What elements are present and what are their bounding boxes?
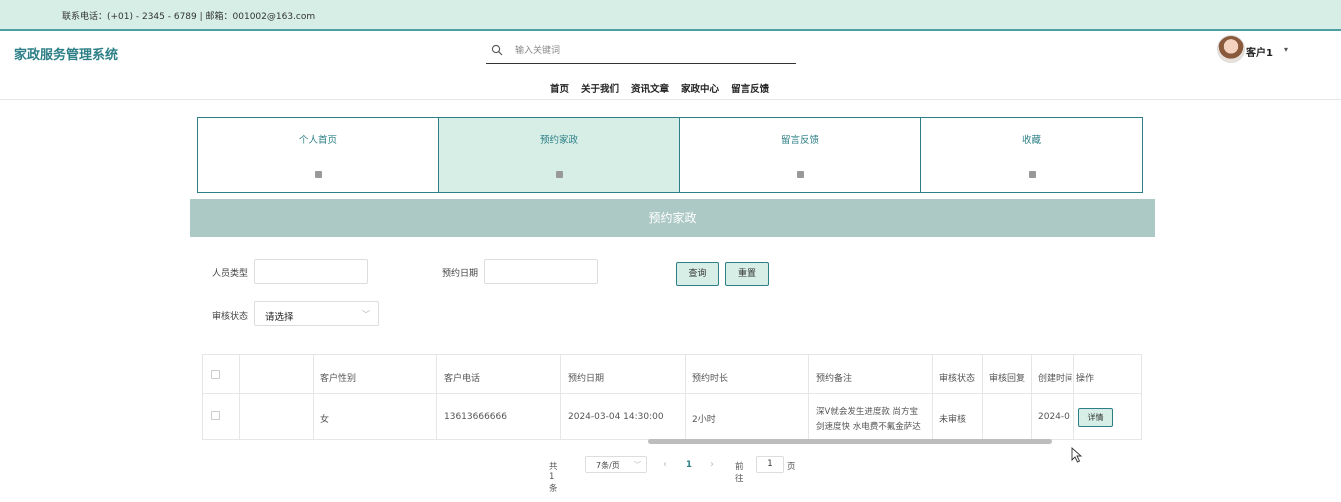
card-image-icon bbox=[556, 171, 563, 178]
search-input[interactable] bbox=[515, 43, 775, 59]
card-favorites[interactable]: 收藏 bbox=[920, 117, 1143, 193]
card-personal-home[interactable]: 个人首页 bbox=[197, 117, 439, 193]
chevron-down-icon: ﹀ bbox=[362, 310, 370, 319]
reset-button[interactable]: 重置 bbox=[725, 262, 769, 286]
nav-articles[interactable]: 资讯文章 bbox=[631, 81, 669, 95]
card-image-icon bbox=[315, 171, 322, 178]
column-header[interactable]: 预约日期 bbox=[568, 371, 604, 384]
detail-button[interactable]: 详情 bbox=[1078, 408, 1113, 427]
page-size-select[interactable]: 7条/页 ﹀ bbox=[585, 456, 647, 473]
cell-duration: 2小时 bbox=[692, 415, 716, 425]
cell-date: 2024-03-04 14:30:00 bbox=[568, 412, 664, 422]
page-suffix: 页 bbox=[787, 462, 796, 472]
column-header[interactable]: 预约备注 bbox=[816, 371, 852, 384]
column-header[interactable]: 预约时长 bbox=[692, 371, 728, 384]
search-box bbox=[486, 40, 796, 64]
query-button[interactable]: 查询 bbox=[676, 262, 719, 286]
prev-page-icon[interactable]: ‹ bbox=[663, 459, 667, 470]
card-feedback[interactable]: 留言反馈 bbox=[679, 117, 921, 193]
mouse-pointer-icon bbox=[1071, 447, 1083, 463]
card-book-housekeeping[interactable]: 预约家政 bbox=[438, 117, 680, 193]
card-image-icon bbox=[1028, 171, 1036, 178]
select-all-checkbox[interactable] bbox=[211, 370, 220, 379]
pagination-total: 共 1 条 bbox=[549, 462, 558, 494]
top-contact-bar: 联系电话：(+01) - 2345 - 6789 | 邮箱：001002@163… bbox=[0, 0, 1341, 31]
contact-info: 联系电话：(+01) - 2345 - 6789 | 邮箱：001002@163… bbox=[62, 12, 316, 22]
goto-label: 前往 bbox=[735, 462, 744, 484]
user-name[interactable]: 客户1 bbox=[1246, 44, 1273, 59]
booking-table: 客户性别 客户电话 预约日期 预约时长 预约备注 审核状态 审核回复 创建时间 … bbox=[202, 354, 1142, 440]
goto-page-input[interactable]: 1 bbox=[756, 456, 784, 473]
audit-status-value: 请选择 bbox=[265, 312, 294, 323]
staff-type-input[interactable] bbox=[254, 259, 368, 284]
column-header: 操作 bbox=[1076, 374, 1095, 384]
nav-feedback[interactable]: 留言反馈 bbox=[731, 81, 769, 95]
site-header: 家政服务管理系统 首页关于我们资讯文章家政中心留言反馈 客户1 ▾ bbox=[0, 31, 1341, 100]
cell-gender: 女 bbox=[320, 415, 330, 425]
column-header[interactable]: 审核状态 bbox=[939, 371, 975, 384]
audit-status-label: 审核状态 bbox=[212, 312, 249, 322]
card-label: 个人首页 bbox=[298, 135, 337, 146]
column-header[interactable]: 审核回复 bbox=[989, 371, 1025, 384]
nav-about[interactable]: 关于我们 bbox=[581, 81, 619, 95]
nav-home[interactable]: 首页 bbox=[550, 81, 569, 95]
chevron-down-icon: ﹀ bbox=[634, 461, 641, 469]
avatar[interactable] bbox=[1217, 35, 1245, 63]
page-size-value: 7条/页 bbox=[596, 461, 620, 470]
cell-phone: 13613666666 bbox=[444, 412, 507, 422]
card-label: 留言反馈 bbox=[780, 135, 819, 146]
audit-status-select[interactable]: 请选择 ﹀ bbox=[254, 301, 379, 326]
cell-remark-line1: 深V就会发生进度款 尚方宝 bbox=[816, 407, 919, 417]
booking-date-label: 预约日期 bbox=[442, 269, 479, 279]
staff-type-label: 人员类型 bbox=[212, 269, 249, 279]
main-nav: 首页 关于我们 资讯文章 家政中心 留言反馈 bbox=[550, 77, 781, 96]
booking-date-input[interactable] bbox=[484, 259, 598, 284]
cell-created: 2024-0 bbox=[1038, 412, 1070, 422]
card-label: 收藏 bbox=[1021, 135, 1041, 146]
row-checkbox[interactable] bbox=[211, 411, 220, 420]
page-number-current[interactable]: 1 bbox=[686, 460, 692, 470]
search-icon[interactable] bbox=[491, 44, 503, 56]
card-image-icon bbox=[797, 171, 804, 178]
column-header[interactable]: 客户电话 bbox=[444, 371, 480, 384]
card-label: 预约家政 bbox=[539, 135, 578, 146]
scrollbar-thumb[interactable] bbox=[648, 439, 1052, 444]
cell-remark-line2: 剑速度快 水电费不氟金萨达 bbox=[816, 422, 921, 432]
section-title: 预约家政 bbox=[190, 199, 1155, 237]
cell-audit-status: 未审核 bbox=[939, 415, 967, 425]
chevron-down-icon[interactable]: ▾ bbox=[1284, 45, 1288, 54]
profile-nav-cards: 个人首页 预约家政 留言反馈 收藏 bbox=[197, 117, 1143, 193]
next-page-icon[interactable]: › bbox=[710, 459, 714, 470]
column-header[interactable]: 客户性别 bbox=[320, 371, 356, 384]
table-horizontal-scrollbar[interactable] bbox=[202, 439, 1142, 445]
nav-housekeeping-center[interactable]: 家政中心 bbox=[681, 81, 719, 95]
column-header[interactable]: 创建时间 bbox=[1038, 371, 1072, 384]
site-brand[interactable]: 家政服务管理系统 bbox=[14, 44, 118, 63]
